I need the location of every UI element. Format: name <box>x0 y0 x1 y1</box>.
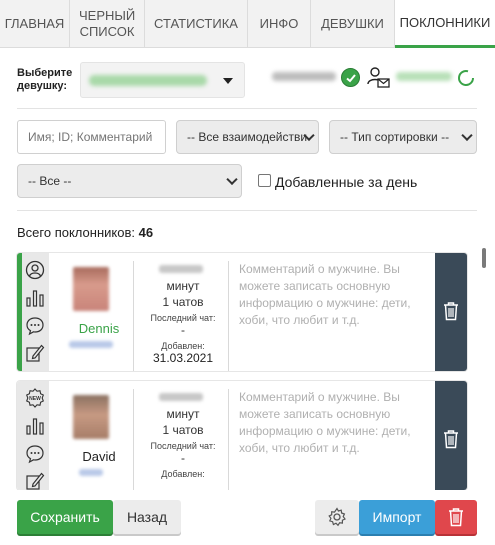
fan-id-redacted <box>79 469 103 476</box>
tab-statistics[interactable]: СТАТИСТИКА <box>145 0 248 48</box>
chevron-down-icon <box>461 129 473 142</box>
fan-name[interactable]: David <box>49 449 149 464</box>
trash-icon <box>444 430 458 449</box>
last-chat-label: Последний чат: <box>150 441 216 451</box>
refresh-icon[interactable] <box>456 68 476 88</box>
caret-down-icon <box>223 78 233 84</box>
svg-text:NEW: NEW <box>29 396 41 402</box>
select-value: -- Все взаимодействия -- <box>187 130 307 144</box>
edit-icon[interactable] <box>25 343 45 363</box>
tab-label: ДЕВУШКИ <box>321 16 384 31</box>
chats-count: 1 чатов <box>162 423 204 437</box>
divider <box>228 389 229 490</box>
minutes-redacted <box>159 265 203 273</box>
check-circle-icon <box>341 68 360 87</box>
delete-all-button[interactable] <box>435 500 477 534</box>
total-label: Всего поклонников: <box>17 225 135 240</box>
tab-label: ИНФО <box>259 16 299 31</box>
chevron-down-icon <box>226 173 238 186</box>
tab-label: ЧЕРНЫЙ СПИСОК <box>79 8 136 39</box>
minutes-label: минут <box>166 279 200 293</box>
stats-block: минут 1 чатов Последний чат: - Добавлен: <box>135 407 231 479</box>
last-chat-label: Последний чат: <box>150 313 216 323</box>
trash-icon <box>444 302 458 321</box>
interaction-type-select[interactable]: -- Все взаимодействия -- <box>176 120 319 154</box>
top-tabs: ГЛАВНАЯ ЧЕРНЫЙ СПИСОК СТАТИСТИКА ИНФО ДЕ… <box>0 0 495 48</box>
divider <box>228 261 229 371</box>
tab-fans[interactable]: ПОКЛОННИКИ <box>395 0 495 48</box>
bar-chart-icon[interactable] <box>25 288 45 308</box>
divider <box>17 108 477 109</box>
fan-card: NEW David минут 1 чатов Последний чат: -… <box>17 381 467 490</box>
bar-chart-icon[interactable] <box>25 416 45 436</box>
tab-main[interactable]: ГЛАВНАЯ <box>0 0 70 48</box>
tab-info[interactable]: ИНФО <box>248 0 311 48</box>
added-date: 31.03.2021 <box>152 351 214 365</box>
minutes-redacted <box>159 393 203 401</box>
chat-bubble-icon[interactable] <box>25 444 45 464</box>
gear-icon <box>328 507 346 527</box>
fan-card: Dennis минут 1 чатов Последний чат: - До… <box>17 253 467 371</box>
sort-type-select[interactable]: -- Тип сортировки -- <box>329 120 477 154</box>
fan-name-text: David <box>82 449 116 464</box>
online-count-redacted <box>396 72 452 81</box>
scrollbar-thumb[interactable] <box>482 248 486 268</box>
girl-id-redacted <box>272 72 336 81</box>
divider <box>133 261 134 371</box>
girl-select-label: Выберите девушку: <box>17 67 73 92</box>
fan-name-text: Dennis <box>78 321 120 336</box>
save-button[interactable]: Сохранить <box>17 500 113 534</box>
new-badge-icon: NEW <box>25 388 45 408</box>
delete-fan-button[interactable] <box>435 381 467 490</box>
search-input[interactable] <box>17 120 166 154</box>
avatar[interactable] <box>73 267 109 311</box>
user-icon[interactable] <box>25 260 45 280</box>
import-button[interactable]: Импорт <box>359 500 435 534</box>
divider <box>17 210 477 211</box>
added-label: Добавлен: <box>161 341 205 351</box>
all-filter-select[interactable]: -- Все -- <box>17 164 242 198</box>
avatar[interactable] <box>73 395 109 439</box>
delete-fan-button[interactable] <box>435 253 467 371</box>
chat-bubble-icon[interactable] <box>25 316 45 336</box>
user-mail-icon[interactable] <box>366 65 392 91</box>
girl-select[interactable] <box>80 62 245 98</box>
tab-girls[interactable]: ДЕВУШКИ <box>311 0 395 48</box>
tab-blacklist[interactable]: ЧЕРНЫЙ СПИСОК <box>70 0 145 48</box>
comment-field[interactable]: Комментарий о мужчине. Вы можете записат… <box>239 261 429 329</box>
tab-label: СТАТИСТИКА <box>154 16 238 31</box>
fan-name[interactable]: Dennis <box>49 321 149 336</box>
tab-label: ГЛАВНАЯ <box>4 16 65 31</box>
minutes-label: минут <box>166 407 200 421</box>
chats-count: 1 чатов <box>162 295 204 309</box>
select-value: -- Тип сортировки -- <box>340 130 450 144</box>
total-count: 46 <box>138 225 154 240</box>
select-value: -- Все -- <box>28 174 72 188</box>
card-actions <box>22 253 49 371</box>
back-button[interactable]: Назад <box>113 500 181 534</box>
stats-block: минут 1 чатов Последний чат: - Добавлен:… <box>135 279 231 365</box>
fan-id-redacted <box>69 341 113 348</box>
total-fans: Всего поклонников: 46 <box>17 225 153 240</box>
added-today-checkbox[interactable] <box>258 174 271 187</box>
divider <box>133 389 134 490</box>
last-chat-value: - <box>181 323 185 337</box>
card-actions: NEW <box>22 381 49 490</box>
settings-button[interactable] <box>315 500 359 534</box>
last-chat-value: - <box>181 451 185 465</box>
edit-icon[interactable] <box>25 471 45 490</box>
added-label: Добавлен: <box>161 469 205 479</box>
girl-name-redacted <box>89 75 207 86</box>
trash-icon <box>449 508 463 527</box>
tab-label: ПОКЛОННИКИ <box>399 14 491 30</box>
added-today-label[interactable]: Добавленные за день <box>275 174 417 190</box>
comment-field[interactable]: Комментарий о мужчине. Вы можете записат… <box>239 389 429 457</box>
